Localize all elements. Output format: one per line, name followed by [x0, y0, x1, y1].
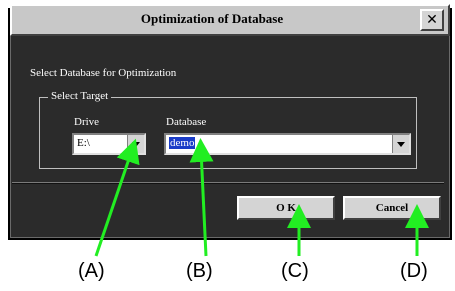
callout-a: (A) — [78, 260, 105, 282]
divider — [12, 182, 444, 184]
chevron-down-icon[interactable] — [392, 135, 409, 153]
dialog-title: Optimization of Database — [140, 11, 284, 26]
close-icon[interactable]: ✕ — [420, 9, 444, 31]
callout-b: (B) — [186, 260, 213, 282]
callout-d: (D) — [400, 260, 428, 282]
database-value: demo — [169, 137, 196, 149]
drive-select[interactable]: E:\ — [72, 133, 146, 155]
cancel-button[interactable]: Cancel — [343, 196, 441, 220]
database-select[interactable]: demo — [164, 133, 411, 155]
prompt-text: Select Database for Optimization — [30, 67, 177, 79]
group-label: Select Target — [48, 90, 112, 102]
ok-button[interactable]: O K — [237, 196, 335, 220]
callout-c: (C) — [281, 260, 309, 282]
chevron-down-icon[interactable] — [127, 135, 144, 153]
drive-value: E:\ — [77, 137, 90, 149]
drive-label: Drive — [74, 116, 100, 128]
database-label: Database — [166, 116, 207, 128]
title-bar: Optimization of Database ✕ — [10, 4, 450, 36]
